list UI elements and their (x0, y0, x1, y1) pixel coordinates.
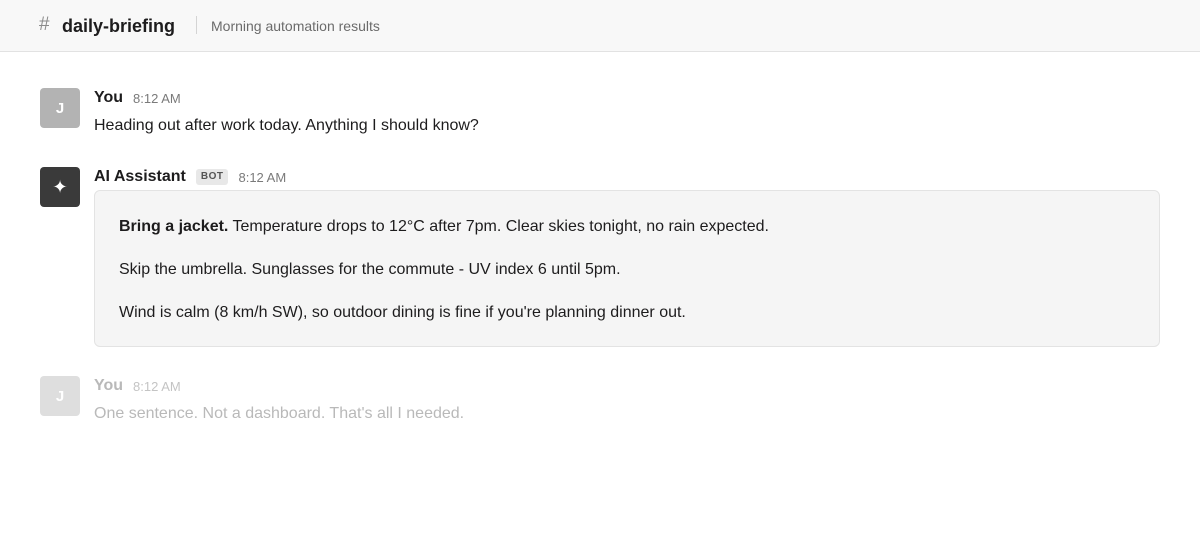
reply-line: Wind is calm (8 km/h SW), so outdoor din… (119, 304, 686, 321)
channel-name[interactable]: daily-briefing (62, 15, 175, 37)
bot-badge: BOT (195, 169, 229, 185)
bot-reply-card: Bring a jacket. Temperature drops to 12°… (94, 190, 1160, 347)
author-name[interactable]: You (94, 377, 123, 395)
reply-line: Bring a jacket. Temperature drops to 12°… (119, 217, 769, 237)
message-user-faded: J You 8:12 AM One sentence. Not a dashbo… (40, 376, 1160, 426)
message-header: AI Assistant BOT 8:12 AM (94, 167, 286, 187)
message-text: One sentence. Not a dashboard. That's al… (94, 405, 465, 422)
author-name[interactable]: AI Assistant (94, 168, 186, 186)
channel-topic[interactable]: Morning automation results (211, 18, 380, 34)
sparkle-icon[interactable]: ✦ (40, 167, 80, 207)
message-timestamp[interactable]: 8:12 AM (133, 91, 181, 106)
message-bot: ✦ AI Assistant BOT 8:12 AM Bring a jacke… (40, 167, 1160, 348)
message-timestamp[interactable]: 8:12 AM (133, 379, 181, 394)
message-header: You 8:12 AM (94, 88, 181, 108)
user-avatar[interactable]: J (40, 376, 80, 416)
message-header: You 8:12 AM (94, 376, 181, 396)
author-name[interactable]: You (94, 89, 123, 107)
message-text: Heading out after work today. Anything I… (94, 117, 479, 134)
reply-line: Skip the umbrella. Sunglasses for the co… (119, 261, 621, 278)
reply-line-text: Temperature drops to 12°C after 7pm. Cle… (228, 218, 769, 235)
message-timestamp[interactable]: 8:12 AM (238, 170, 286, 185)
message-user: J You 8:12 AM Heading out after work tod… (40, 88, 1160, 138)
header-divider (196, 16, 197, 34)
reply-line-bold: Bring a jacket. (119, 218, 229, 235)
channel-header: # daily-briefing Morning automation resu… (0, 0, 1200, 52)
channel-hash-icon: # (39, 14, 50, 35)
user-avatar[interactable]: J (40, 88, 80, 128)
